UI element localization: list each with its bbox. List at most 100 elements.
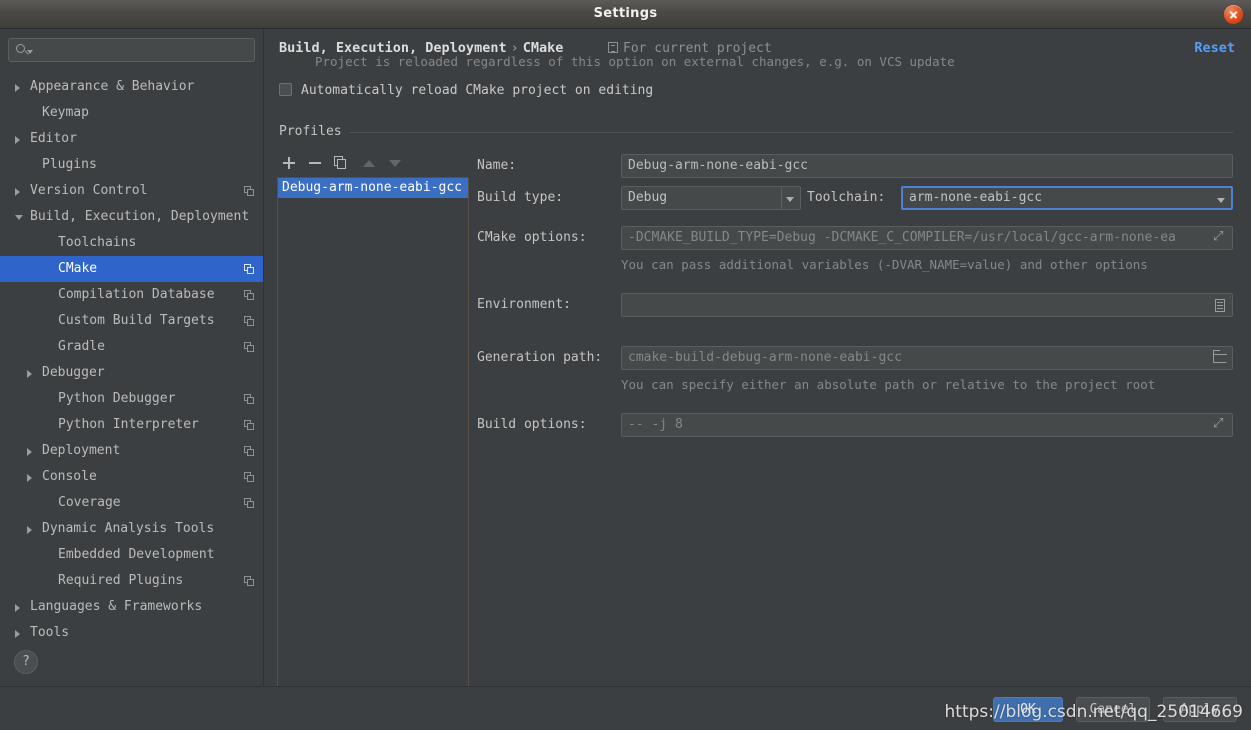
chevron-right-icon[interactable] (15, 630, 20, 638)
search-icon (16, 44, 25, 53)
reset-link[interactable]: Reset (1194, 40, 1235, 56)
chevron-down-icon (1217, 198, 1225, 203)
name-label: Name: (477, 158, 517, 173)
sidebar-item-appearance-behavior[interactable]: Appearance & Behavior (0, 74, 263, 100)
search-box[interactable] (8, 38, 255, 62)
build-type-select[interactable]: Debug (621, 186, 801, 210)
profiles-divider (340, 132, 1233, 133)
copy-settings-icon[interactable] (244, 576, 255, 587)
sidebar-item-toolchains[interactable]: Toolchains (0, 230, 263, 256)
search-input[interactable] (36, 39, 250, 61)
sidebar-item-label: Build, Execution, Deployment (30, 209, 250, 224)
profile-list-item[interactable]: Debug-arm-none-eabi-gcc (278, 178, 468, 198)
build-options-value: -- -j 8 (628, 417, 683, 432)
generation-path-hint: You can specify either an absolute path … (621, 377, 1156, 392)
sidebar-item-languages-frameworks[interactable]: Languages & Frameworks (0, 594, 263, 620)
sidebar-item-dynamic-analysis-tools[interactable]: Dynamic Analysis Tools (0, 516, 263, 542)
sidebar-item-label: Custom Build Targets (58, 313, 215, 328)
chevron-down-icon (786, 197, 794, 202)
auto-reload-row: Automatically reload CMake project on ed… (279, 79, 653, 98)
generation-path-input[interactable]: cmake-build-debug-arm-none-eabi-gcc (621, 346, 1233, 370)
sidebar-item-required-plugins[interactable]: Required Plugins (0, 568, 263, 594)
chevron-down-icon[interactable] (15, 215, 23, 220)
sidebar-item-label: Dynamic Analysis Tools (42, 521, 215, 536)
expand-icon[interactable] (1213, 414, 1228, 435)
cmake-options-value: -DCMAKE_BUILD_TYPE=Debug -DCMAKE_C_COMPI… (628, 230, 1176, 245)
sidebar-item-python-interpreter[interactable]: Python Interpreter (0, 412, 263, 438)
sidebar-item-debugger[interactable]: Debugger (0, 360, 263, 386)
name-input[interactable]: Debug-arm-none-eabi-gcc (621, 154, 1233, 178)
auto-reload-label[interactable]: Automatically reload CMake project on ed… (301, 83, 653, 98)
sidebar-item-keymap[interactable]: Keymap (0, 100, 263, 126)
folder-icon[interactable] (1213, 350, 1227, 363)
profiles-list[interactable]: Debug-arm-none-eabi-gcc (277, 177, 469, 695)
move-profile-up-button[interactable] (357, 151, 381, 175)
sidebar-item-gradle[interactable]: Gradle (0, 334, 263, 360)
duplicate-profile-button[interactable] (329, 151, 353, 175)
environment-variables-icon[interactable] (1213, 298, 1228, 313)
sidebar-item-build-execution-deployment[interactable]: Build, Execution, Deployment (0, 204, 263, 230)
copy-settings-icon[interactable] (244, 186, 255, 197)
sidebar-item-compilation-database[interactable]: Compilation Database (0, 282, 263, 308)
sidebar-item-label: Required Plugins (58, 573, 184, 588)
chevron-right-icon[interactable] (15, 84, 20, 92)
sidebar-item-label: Plugins (42, 157, 97, 172)
add-profile-button[interactable] (277, 151, 301, 175)
sidebar-item-tools[interactable]: Tools (0, 620, 263, 646)
sidebar-item-label: Languages & Frameworks (30, 599, 203, 614)
ok-button[interactable]: OK (993, 697, 1063, 722)
environment-input[interactable] (621, 293, 1233, 317)
sidebar-item-label: Keymap (42, 105, 89, 120)
chevron-right-icon[interactable] (27, 526, 32, 534)
cancel-button[interactable]: Cancel (1076, 697, 1150, 722)
cmake-options-label: CMake options: (477, 230, 587, 245)
sidebar-item-version-control[interactable]: Version Control (0, 178, 263, 204)
chevron-right-icon[interactable] (27, 474, 32, 482)
chevron-right-icon[interactable] (15, 188, 20, 196)
sidebar-item-cmake[interactable]: CMake (0, 256, 263, 282)
move-profile-down-button[interactable] (383, 151, 407, 175)
sidebar-item-plugins[interactable]: Plugins (0, 152, 263, 178)
copy-settings-icon[interactable] (244, 420, 255, 431)
sidebar-item-label: Version Control (30, 183, 148, 198)
close-icon[interactable] (1224, 5, 1243, 24)
sidebar-item-console[interactable]: Console (0, 464, 263, 490)
copy-settings-icon[interactable] (244, 290, 255, 301)
chevron-right-icon[interactable] (27, 370, 32, 378)
build-options-label: Build options: (477, 417, 587, 432)
copy-settings-icon[interactable] (244, 446, 255, 457)
sidebar-item-label: Python Interpreter (58, 417, 199, 432)
environment-label: Environment: (477, 297, 571, 312)
toolchain-label: Toolchain: (807, 190, 886, 205)
build-options-input[interactable]: -- -j 8 (621, 413, 1233, 437)
chevron-right-icon[interactable] (15, 604, 20, 612)
chevron-right-icon[interactable] (15, 136, 20, 144)
sidebar-item-python-debugger[interactable]: Python Debugger (0, 386, 263, 412)
copy-settings-icon[interactable] (244, 498, 255, 509)
sidebar-item-embedded-development[interactable]: Embedded Development (0, 542, 263, 568)
cmake-options-input[interactable]: -DCMAKE_BUILD_TYPE=Debug -DCMAKE_C_COMPI… (621, 226, 1233, 250)
sidebar-item-coverage[interactable]: Coverage (0, 490, 263, 516)
copy-settings-icon[interactable] (244, 394, 255, 405)
copy-settings-icon[interactable] (244, 316, 255, 327)
copy-settings-icon[interactable] (244, 264, 255, 275)
chevron-right-icon[interactable] (27, 448, 32, 456)
auto-reload-checkbox[interactable] (279, 83, 292, 96)
copy-settings-icon[interactable] (244, 472, 255, 483)
sidebar-item-deployment[interactable]: Deployment (0, 438, 263, 464)
apply-button[interactable]: Apply (1163, 697, 1237, 722)
sidebar-item-custom-build-targets[interactable]: Custom Build Targets (0, 308, 263, 334)
sidebar-item-label: Embedded Development (58, 547, 215, 562)
generation-path-value: cmake-build-debug-arm-none-eabi-gcc (628, 350, 902, 365)
help-button[interactable]: ? (14, 650, 38, 674)
search-filter-chevron-icon[interactable] (27, 50, 33, 54)
sidebar-item-editor[interactable]: Editor (0, 126, 263, 152)
sidebar-item-label: CMake (58, 261, 98, 276)
toolchain-select[interactable]: arm-none-eabi-gcc (901, 186, 1233, 210)
expand-icon[interactable] (1213, 227, 1228, 248)
remove-profile-button[interactable] (303, 151, 327, 175)
build-type-value: Debug (628, 190, 668, 205)
sidebar-item-label: Coverage (58, 495, 121, 510)
copy-settings-icon[interactable] (244, 342, 255, 353)
sidebar-item-label: Editor (30, 131, 77, 146)
